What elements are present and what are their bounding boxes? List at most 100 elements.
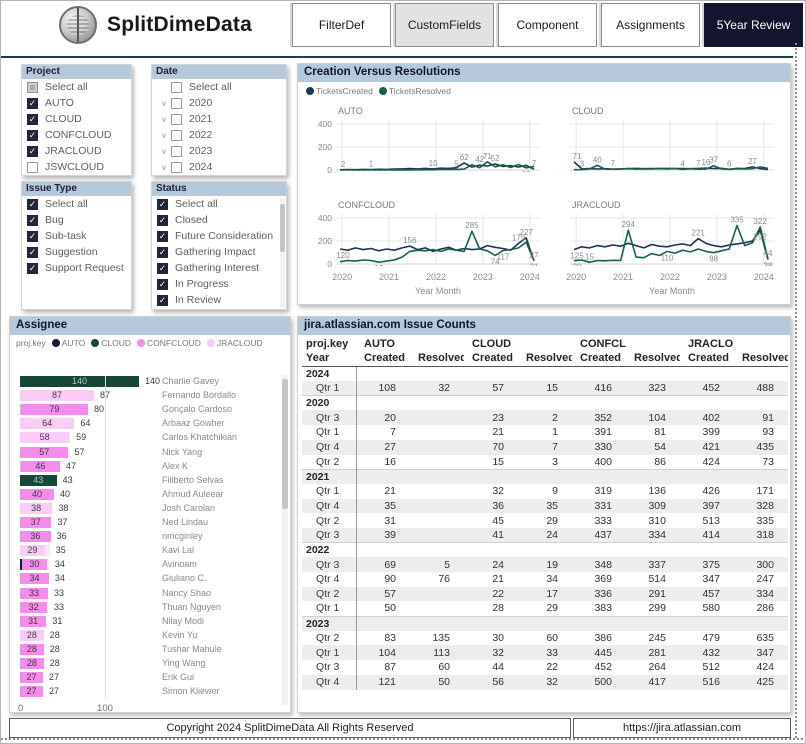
table-row-quarter[interactable]: Qtr 2161534008642473 xyxy=(302,455,788,470)
table-row-year[interactable]: 2021 xyxy=(302,469,788,484)
assignee-bar[interactable]: 140 xyxy=(20,376,139,387)
slicer-item-sub-task[interactable]: ✓Sub-task xyxy=(22,228,131,244)
assignee-bar-row[interactable]: 4040Ahmud Auleear xyxy=(10,488,290,502)
slicer-item-cloud[interactable]: ✓CLOUD xyxy=(22,111,131,127)
assignee-bar[interactable]: 64 xyxy=(20,418,74,429)
slicer-item-select-all[interactable]: Select all xyxy=(152,79,286,95)
checkbox[interactable] xyxy=(171,114,182,125)
assignee-bar-row[interactable]: 4647Alex K xyxy=(10,460,290,474)
slicer-item-in-progress[interactable]: ✓In Progress xyxy=(152,276,286,292)
assignee-bar[interactable]: 87 xyxy=(20,390,94,401)
checkbox[interactable] xyxy=(171,98,182,109)
table-row-quarter[interactable]: Qtr 2314529333310513335 xyxy=(302,513,788,528)
checkbox[interactable]: ✓ xyxy=(27,114,38,125)
slicer-item-closed[interactable]: ✓Closed xyxy=(152,212,286,228)
slicer-item-suggestion[interactable]: ✓Suggestion xyxy=(22,244,131,260)
checkbox[interactable] xyxy=(171,146,182,157)
table-row-quarter[interactable]: Qtr 1108325715416323452488 xyxy=(302,381,788,396)
assignee-bar[interactable]: 28 xyxy=(20,658,44,669)
assignee-bar-row[interactable]: 2935Kavi Lal xyxy=(10,544,290,558)
chevron-down-icon[interactable]: ∨ xyxy=(157,115,171,124)
slicer-item-future-consideration[interactable]: ✓Future Consideration xyxy=(152,228,286,244)
table-row-year[interactable]: 2024 xyxy=(302,366,788,381)
table-row-quarter[interactable]: Qtr 1502829383299580286 xyxy=(302,601,788,616)
assignee-bar-row[interactable]: 5859Carlos Khatchikian xyxy=(10,431,290,445)
checkbox[interactable]: ✓ xyxy=(27,146,38,157)
slicer-item-2024[interactable]: ∨2024 xyxy=(152,159,286,175)
table-row-quarter[interactable]: Qtr 3394124437334414318 xyxy=(302,528,788,543)
checkbox[interactable]: ✓ xyxy=(157,263,168,274)
slicer-item-in-review[interactable]: ✓In Review xyxy=(152,292,286,308)
assignee-bar[interactable]: 43 xyxy=(20,475,57,486)
assignee-bar[interactable]: 33 xyxy=(20,588,48,599)
assignee-bar-row[interactable]: 3034Avinoam xyxy=(10,558,290,572)
table-row-quarter[interactable]: Qtr 2572217336291457334 xyxy=(302,587,788,602)
table-row-year[interactable]: 2020 xyxy=(302,396,788,411)
assignee-bar-row[interactable]: 5757Nick Yang xyxy=(10,446,290,460)
assignee-bar[interactable]: 29 xyxy=(20,545,50,556)
slicer-item-jracloud[interactable]: ✓JRACLOUD xyxy=(22,143,131,159)
checkbox[interactable]: ✓ xyxy=(157,279,168,290)
assignee-bar-row[interactable]: 3233Thuan Nguyen xyxy=(10,601,290,615)
assignee-scrollbar-thumb[interactable] xyxy=(282,379,288,509)
assignee-bar-row[interactable]: 2828Kevin Yu xyxy=(10,629,290,643)
assignee-bar-row[interactable]: 3434Giuliano C. xyxy=(10,572,290,586)
chart-jracloud[interactable]: JRACLOUD1252915294110221983353222923844 xyxy=(570,200,774,266)
checkbox[interactable] xyxy=(171,82,182,93)
assignee-bar-row[interactable]: 8787Fernando Bordallo xyxy=(10,389,290,403)
assignee-scrollbar[interactable] xyxy=(282,375,288,705)
assignee-bar-row[interactable]: 3131Nilay Modi xyxy=(10,615,290,629)
slicer-item-2023[interactable]: ∨2023 xyxy=(152,143,286,159)
checkbox[interactable]: ✓ xyxy=(27,231,38,242)
slicer-item-confcloud[interactable]: ✓CONFCLOUD xyxy=(22,127,131,143)
slicer-item-jswcloud[interactable]: JSWCLOUD xyxy=(22,159,131,175)
slicer-item-support-request[interactable]: ✓Support Request xyxy=(22,260,131,276)
assignee-bar[interactable]: 46 xyxy=(20,461,60,472)
assignee-bar[interactable]: 28 xyxy=(20,630,44,641)
checkbox[interactable] xyxy=(171,130,182,141)
table-row-quarter[interactable]: Qtr 490762134369514347247 xyxy=(302,572,788,587)
chevron-down-icon[interactable]: ∨ xyxy=(157,131,171,140)
assignee-bar-row[interactable]: 2727Simon Kliewer xyxy=(10,685,290,699)
slicer-item-select-all[interactable]: Select all xyxy=(22,79,131,95)
checkbox[interactable] xyxy=(27,82,38,93)
assignee-bar-row[interactable]: 2828Ying Wang xyxy=(10,657,290,671)
table-row-quarter[interactable]: Qtr 172113918139993 xyxy=(302,425,788,440)
tab-assignments[interactable]: Assignments xyxy=(601,3,700,47)
table-row-quarter[interactable]: Qtr 2831353060386245479635 xyxy=(302,631,788,646)
assignee-bar[interactable]: 36 xyxy=(20,531,51,542)
assignee-bar[interactable]: 30 xyxy=(20,559,49,570)
checkbox[interactable]: ✓ xyxy=(27,130,38,141)
assignee-bar[interactable]: 57 xyxy=(20,447,68,458)
slicer-item-2020[interactable]: ∨2020 xyxy=(152,95,286,111)
checkbox[interactable]: ✓ xyxy=(157,295,168,306)
checkbox[interactable]: ✓ xyxy=(157,215,168,226)
table-row-quarter[interactable]: Qtr 11041133233445281432347 xyxy=(302,645,788,660)
chevron-down-icon[interactable]: ∨ xyxy=(157,147,171,156)
checkbox[interactable]: ✓ xyxy=(27,98,38,109)
chart-auto[interactable]: AUTO2110562427152187 xyxy=(336,106,540,172)
checkbox[interactable]: ✓ xyxy=(157,231,168,242)
slicer-item-2022[interactable]: ∨2022 xyxy=(152,127,286,143)
checkbox[interactable]: ✓ xyxy=(157,199,168,210)
table-row-quarter[interactable]: Qtr 36952419348337375300 xyxy=(302,557,788,572)
assignee-bar[interactable]: 37 xyxy=(20,517,51,528)
assignee-bar-row[interactable]: 2828Tushar Mahule xyxy=(10,643,290,657)
assignee-bar[interactable]: 58 xyxy=(20,432,70,443)
footer-url[interactable]: https://jira.atlassian.com xyxy=(573,718,791,738)
assignee-bar-row[interactable]: 140140Charlie Gavey xyxy=(10,375,290,389)
assignee-bar-row[interactable]: 3737Ned Lindau xyxy=(10,516,290,530)
table-row-quarter[interactable]: Qtr 387604422452264512424 xyxy=(302,660,788,675)
checkbox[interactable] xyxy=(171,162,182,173)
slicer-item-gathering-interest[interactable]: ✓Gathering Interest xyxy=(152,260,286,276)
assignee-bar-row[interactable]: 4343Filiberto Selvas xyxy=(10,474,290,488)
chevron-down-icon[interactable]: ∨ xyxy=(157,99,171,108)
assignee-bar[interactable]: 31 xyxy=(20,616,46,627)
chart-cloud[interactable]: CLOUD7134074167376274 xyxy=(570,106,774,172)
checkbox[interactable] xyxy=(27,162,38,173)
assignee-bar-row[interactable]: 7980Gonçalo Cardoso xyxy=(10,403,290,417)
status-scrollbar[interactable] xyxy=(280,198,285,308)
assignee-bar-row[interactable]: 6464Arbaaz Gowher xyxy=(10,417,290,431)
table-row-year[interactable]: 2022 xyxy=(302,543,788,558)
slicer-item-auto[interactable]: ✓AUTO xyxy=(22,95,131,111)
